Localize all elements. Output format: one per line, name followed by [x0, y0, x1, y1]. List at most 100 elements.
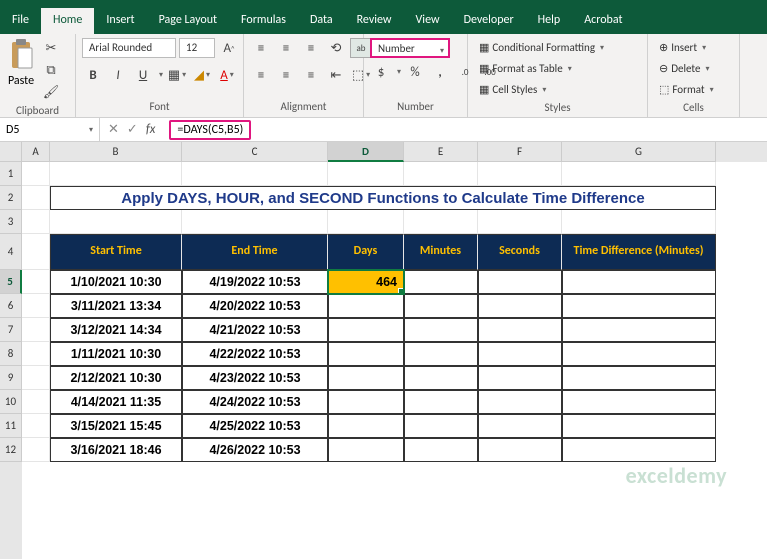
- underline-button[interactable]: U: [132, 65, 154, 85]
- header-seconds[interactable]: Seconds: [478, 234, 562, 270]
- cell-seconds[interactable]: [478, 414, 562, 438]
- row-header[interactable]: 9: [0, 366, 22, 390]
- row-header[interactable]: 8: [0, 342, 22, 366]
- cell-minutes[interactable]: [404, 390, 478, 414]
- tab-review[interactable]: Review: [345, 8, 404, 34]
- cell-start-time[interactable]: 3/11/2021 13:34: [50, 294, 182, 318]
- cell-time-diff[interactable]: [562, 270, 716, 294]
- fx-icon[interactable]: fx: [146, 122, 156, 137]
- cell[interactable]: [328, 210, 404, 234]
- cell-seconds[interactable]: [478, 270, 562, 294]
- format-as-table-button[interactable]: ▦Format as Table▾: [474, 59, 577, 78]
- row-header[interactable]: 10: [0, 390, 22, 414]
- row-header[interactable]: 6: [0, 294, 22, 318]
- cell-minutes[interactable]: [404, 270, 478, 294]
- row-header[interactable]: 4: [0, 234, 22, 270]
- row-header[interactable]: 3: [0, 210, 22, 234]
- cell-minutes[interactable]: [404, 294, 478, 318]
- header-minutes[interactable]: Minutes: [404, 234, 478, 270]
- cell-end-time[interactable]: 4/21/2022 10:53: [182, 318, 328, 342]
- cell[interactable]: [22, 186, 50, 210]
- row-header[interactable]: 12: [0, 438, 22, 462]
- cell-seconds[interactable]: [478, 318, 562, 342]
- tab-file[interactable]: File: [0, 8, 41, 34]
- grow-font-icon[interactable]: A^: [218, 38, 240, 58]
- fill-color-icon[interactable]: ◢▾: [191, 65, 213, 85]
- cell-days[interactable]: [328, 414, 404, 438]
- delete-cells-button[interactable]: ⊖Delete▾: [654, 59, 714, 78]
- tab-acrobat[interactable]: Acrobat: [572, 8, 634, 34]
- header-time-diff[interactable]: Time Difference (Minutes): [562, 234, 716, 270]
- cell[interactable]: [22, 234, 50, 270]
- cell-start-time[interactable]: 4/14/2021 11:35: [50, 390, 182, 414]
- cell-time-diff[interactable]: [562, 438, 716, 462]
- cell[interactable]: [182, 210, 328, 234]
- cell-time-diff[interactable]: [562, 366, 716, 390]
- cell-start-time[interactable]: 3/16/2021 18:46: [50, 438, 182, 462]
- cell-time-diff[interactable]: [562, 342, 716, 366]
- row-header[interactable]: 1: [0, 162, 22, 186]
- cell-start-time[interactable]: 1/10/2021 10:30: [50, 270, 182, 294]
- cell[interactable]: [328, 162, 404, 186]
- indent-dec-icon[interactable]: ⇤: [325, 65, 347, 85]
- cell-seconds[interactable]: [478, 294, 562, 318]
- align-top-icon[interactable]: ≡: [250, 38, 272, 58]
- cell[interactable]: [22, 270, 50, 294]
- col-header[interactable]: C: [182, 142, 328, 162]
- format-cells-button[interactable]: ⬚Format▾: [654, 80, 719, 99]
- cell[interactable]: [22, 210, 50, 234]
- currency-icon[interactable]: $: [370, 62, 392, 82]
- cell[interactable]: [22, 294, 50, 318]
- cell[interactable]: [404, 162, 478, 186]
- align-middle-icon[interactable]: ≡: [275, 38, 297, 58]
- orientation-icon[interactable]: ⟲: [325, 38, 347, 58]
- cell[interactable]: [22, 366, 50, 390]
- tab-view[interactable]: View: [404, 8, 452, 34]
- cell-styles-button[interactable]: ▦Cell Styles▾: [474, 80, 551, 99]
- select-all-corner[interactable]: [0, 142, 22, 162]
- align-left-icon[interactable]: ≡: [250, 65, 272, 85]
- cell-minutes[interactable]: [404, 318, 478, 342]
- cell-days[interactable]: [328, 390, 404, 414]
- cell-time-diff[interactable]: [562, 390, 716, 414]
- copy-icon[interactable]: ⧉: [40, 60, 62, 80]
- cell-start-time[interactable]: 1/11/2021 10:30: [50, 342, 182, 366]
- align-bottom-icon[interactable]: ≡: [300, 38, 322, 58]
- cell-seconds[interactable]: [478, 366, 562, 390]
- percent-icon[interactable]: %: [404, 62, 426, 82]
- tab-data[interactable]: Data: [298, 8, 345, 34]
- cell[interactable]: [50, 162, 182, 186]
- cell-days[interactable]: [328, 342, 404, 366]
- paste-label[interactable]: Paste: [8, 74, 34, 88]
- title-cell[interactable]: Apply DAYS, HOUR, and SECOND Functions t…: [50, 186, 716, 210]
- align-center-icon[interactable]: ≡: [275, 65, 297, 85]
- paste-icon[interactable]: [6, 38, 36, 72]
- cell-minutes[interactable]: [404, 366, 478, 390]
- tab-home[interactable]: Home: [41, 8, 94, 34]
- col-header[interactable]: B: [50, 142, 182, 162]
- cancel-icon[interactable]: ✕: [108, 122, 119, 137]
- tab-help[interactable]: Help: [526, 8, 573, 34]
- cell[interactable]: [182, 162, 328, 186]
- cell-days[interactable]: [328, 366, 404, 390]
- insert-cells-button[interactable]: ⊕Insert▾: [654, 38, 711, 57]
- cell[interactable]: [562, 162, 716, 186]
- font-name-select[interactable]: Arial Rounded: [82, 38, 176, 58]
- enter-icon[interactable]: ✓: [127, 122, 138, 137]
- cell-end-time[interactable]: 4/22/2022 10:53: [182, 342, 328, 366]
- cell-start-time[interactable]: 3/15/2021 15:45: [50, 414, 182, 438]
- row-header[interactable]: 11: [0, 414, 22, 438]
- chevron-down-icon[interactable]: ▾: [159, 70, 163, 80]
- cell[interactable]: [50, 210, 182, 234]
- format-painter-icon[interactable]: 🖌: [40, 82, 62, 102]
- cell-days[interactable]: [328, 438, 404, 462]
- cell[interactable]: [404, 210, 478, 234]
- cell-days[interactable]: [328, 294, 404, 318]
- cell[interactable]: [478, 210, 562, 234]
- cell-minutes[interactable]: [404, 414, 478, 438]
- cell-end-time[interactable]: 4/19/2022 10:53: [182, 270, 328, 294]
- cell[interactable]: [478, 162, 562, 186]
- cell-end-time[interactable]: 4/25/2022 10:53: [182, 414, 328, 438]
- col-header[interactable]: E: [404, 142, 478, 162]
- cell-start-time[interactable]: 3/12/2021 14:34: [50, 318, 182, 342]
